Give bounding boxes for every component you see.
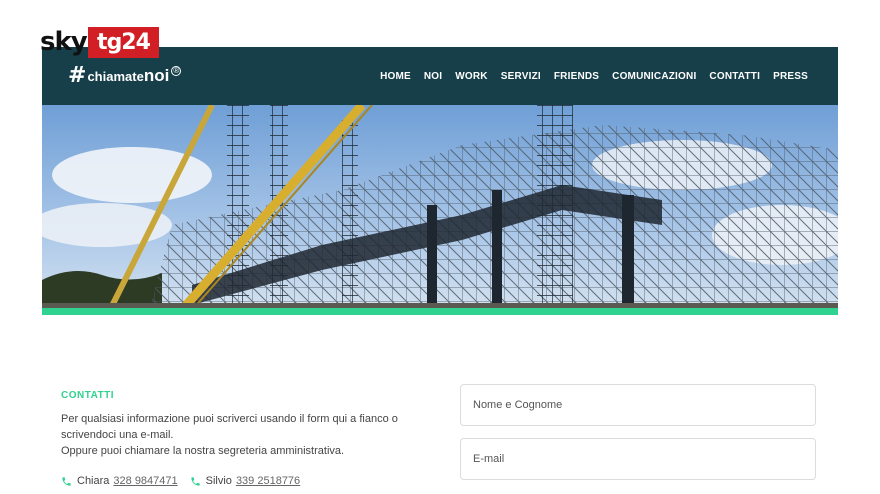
nav-press[interactable]: PRESS bbox=[773, 71, 808, 82]
site-header: # chiamatenoi ® HOME NOI WORK SERVIZI FR… bbox=[42, 47, 838, 105]
hero-image bbox=[42, 105, 838, 310]
phone-link-silvio[interactable]: 339 2518776 bbox=[236, 475, 300, 487]
nav-noi[interactable]: NOI bbox=[424, 71, 442, 82]
nav-servizi[interactable]: SERVIZI bbox=[501, 71, 541, 82]
brand-logo[interactable]: # chiamatenoi ® bbox=[68, 63, 182, 88]
main-nav: HOME NOI WORK SERVIZI FRIENDS COMUNICAZI… bbox=[380, 47, 808, 105]
brand-hash: # bbox=[68, 63, 87, 88]
nav-work[interactable]: WORK bbox=[455, 71, 487, 82]
phone-name-silvio: Silvio bbox=[205, 475, 232, 487]
phone-link-chiara[interactable]: 328 9847471 bbox=[113, 475, 177, 487]
nav-contatti[interactable]: CONTATTI bbox=[709, 71, 760, 82]
registered-icon: ® bbox=[171, 65, 182, 76]
tg24-logo: tg24 bbox=[88, 27, 159, 58]
phone-list: Chiara 328 9847471 Silvio 339 2518776 bbox=[61, 475, 312, 487]
brand-word: chiamatenoi bbox=[87, 65, 170, 85]
scaffolding-illustration bbox=[42, 105, 838, 310]
phone-icon bbox=[62, 476, 71, 486]
phone-icon bbox=[191, 476, 200, 486]
nav-friends[interactable]: FRIENDS bbox=[554, 71, 599, 82]
accent-bar bbox=[42, 308, 838, 315]
nav-comunicazioni[interactable]: COMUNICAZIONI bbox=[612, 71, 696, 82]
email-input[interactable] bbox=[460, 438, 816, 480]
name-input[interactable] bbox=[460, 384, 816, 426]
contact-line-1: Per qualsiasi informazione puoi scriverc… bbox=[61, 413, 398, 441]
phone-name-chiara: Chiara bbox=[77, 475, 110, 487]
contact-text: Per qualsiasi informazione puoi scriverc… bbox=[61, 411, 421, 459]
contact-line-2: Oppure puoi chiamare la nostra segreteri… bbox=[61, 445, 345, 457]
contact-title: CONTATTI bbox=[61, 390, 115, 401]
sky-logo: sky bbox=[40, 27, 88, 57]
nav-home[interactable]: HOME bbox=[380, 71, 411, 82]
